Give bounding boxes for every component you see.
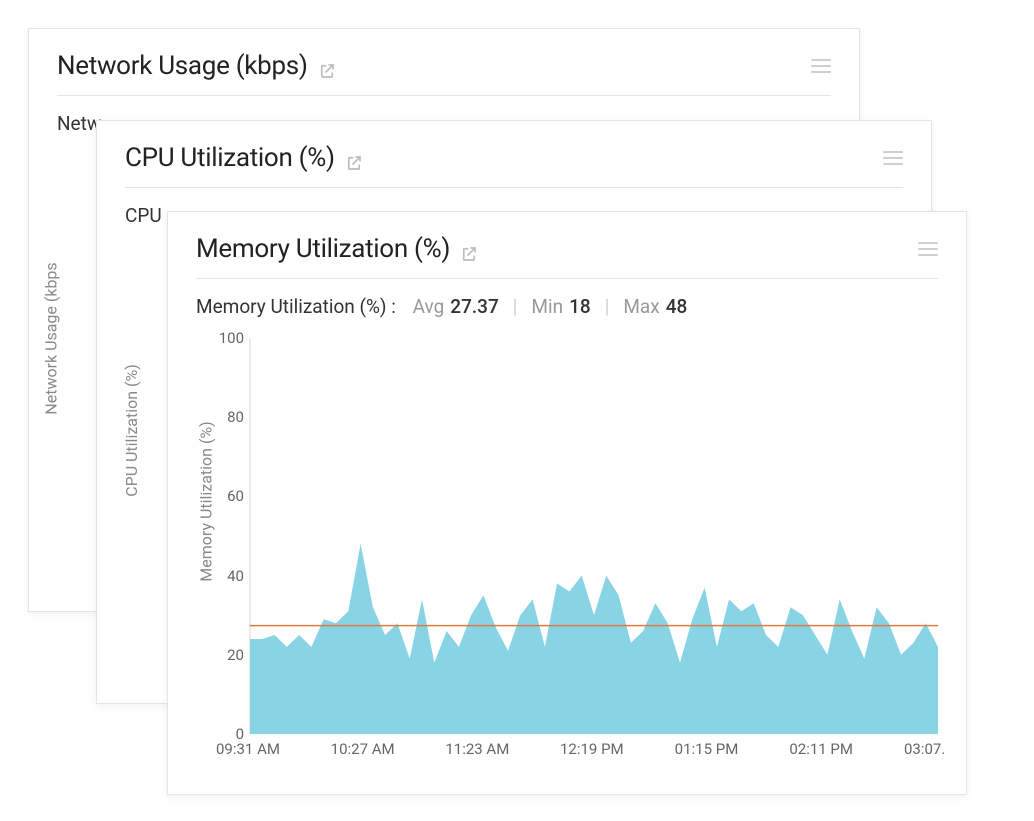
card-header: Memory Utilization (%) <box>196 234 938 279</box>
max-value: 48 <box>666 295 688 318</box>
popout-icon[interactable] <box>318 57 336 75</box>
min-value: 18 <box>569 295 591 318</box>
card-title: CPU Utilization (%) <box>125 143 363 173</box>
summary-row: Memory Utilization (%) : Avg 27.37 | Min… <box>196 295 938 318</box>
y-axis-label: CPU Utilization (%) <box>122 364 141 497</box>
min-label: Min <box>531 295 563 318</box>
card-title: Memory Utilization (%) <box>196 234 478 264</box>
summary-label: Memory Utilization (%) : <box>196 295 396 318</box>
menu-icon[interactable] <box>918 242 938 256</box>
separator: | <box>513 295 518 318</box>
title-text: Network Usage (kbps) <box>57 51 308 81</box>
chart-svg <box>196 332 938 762</box>
card-header: CPU Utilization (%) <box>125 143 903 188</box>
summary-prefix: CPU <box>125 204 162 227</box>
popout-icon[interactable] <box>460 240 478 258</box>
avg-value: 27.37 <box>450 295 498 318</box>
popout-icon[interactable] <box>345 149 363 167</box>
menu-icon[interactable] <box>811 59 831 73</box>
max-label: Max <box>623 295 659 318</box>
card-header: Network Usage (kbps) <box>57 51 831 96</box>
title-text: CPU Utilization (%) <box>125 143 335 173</box>
summary-prefix: Netw <box>57 112 101 135</box>
separator: | <box>605 295 610 318</box>
dashboard-stage: Network Usage (kbps) Netw Network Usage … <box>0 0 1034 821</box>
area-series <box>250 544 938 734</box>
avg-label: Avg <box>413 295 445 318</box>
menu-icon[interactable] <box>883 151 903 165</box>
memory-chart: 02040608010009:31 AM10:27 AM11:23 AM12:1… <box>196 332 938 762</box>
card-title: Network Usage (kbps) <box>57 51 336 81</box>
y-axis-label: Network Usage (kbps <box>42 262 61 414</box>
card-memory-utilization: Memory Utilization (%) Memory Utilizatio… <box>167 211 967 795</box>
title-text: Memory Utilization (%) <box>196 234 450 264</box>
